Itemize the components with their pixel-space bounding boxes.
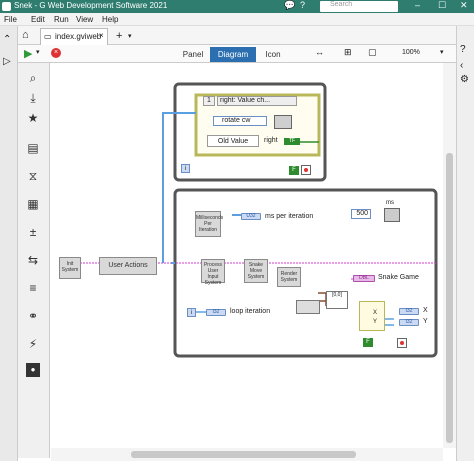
snake-game-terminal: DBL <box>353 275 375 282</box>
x-terminal: I32 <box>399 308 419 315</box>
chevron-down-icon[interactable]: ▾ <box>128 32 132 40</box>
render-system-node[interactable]: Render System <box>277 267 301 287</box>
title-bar: Snek - G Web Development Software 2021 💬… <box>0 0 474 13</box>
x-element-label: X <box>373 310 378 316</box>
menu-view[interactable]: View <box>76 15 93 24</box>
tab-index-gviweb[interactable]: ▭ index.gviweb × <box>40 28 108 45</box>
connect-icon[interactable]: ⚭ <box>26 309 40 323</box>
vertical-scroll-thumb[interactable] <box>446 153 453 443</box>
loop-stop-terminal <box>397 338 407 348</box>
init-system-node[interactable]: Init System <box>59 257 81 279</box>
context-help-icon[interactable]: ? <box>460 44 466 55</box>
zoom-dropdown-icon[interactable]: ▾ <box>440 48 444 56</box>
old-value-terminal[interactable]: Old Value <box>207 135 259 147</box>
loop-icon[interactable]: ⧖ <box>26 169 40 183</box>
layout-icon[interactable]: ▢ <box>368 47 377 58</box>
x-label: X <box>423 307 428 314</box>
user-actions-node[interactable]: User Actions <box>99 257 157 275</box>
event-stop-terminal <box>301 165 311 175</box>
loop-iteration-label: loop iteration <box>230 308 271 315</box>
align-icon[interactable]: ⊞ <box>344 47 352 58</box>
window-title: Snek - G Web Development Software 2021 <box>14 1 168 10</box>
chat-icon[interactable]: 💬 <box>284 0 295 11</box>
abort-icon[interactable]: × <box>51 48 61 58</box>
enum-node-icon <box>274 115 292 129</box>
milliseconds-node[interactable]: Milliseconds Per Iteration <box>195 211 223 237</box>
horizontal-scroll-thumb[interactable] <box>131 451 356 458</box>
loop-iteration-indicator: I32 <box>206 309 226 316</box>
document-icon[interactable]: ▤ <box>26 141 40 155</box>
event-iteration-terminal: i <box>181 164 190 173</box>
rotate-cw-constant[interactable]: rotate cw <box>213 116 267 126</box>
menu-file[interactable]: File <box>4 15 17 24</box>
selected-palette-icon[interactable]: ● <box>26 363 40 377</box>
left-rail: ⌃ ▷ <box>0 26 18 461</box>
tab-diagram[interactable]: Diagram <box>210 47 256 62</box>
tab-panel[interactable]: Panel <box>176 47 210 62</box>
ms-label: ms <box>386 200 394 206</box>
xy-cluster[interactable]: X Y <box>359 301 385 331</box>
snake-game-label: Snake Game <box>378 274 419 281</box>
bundle-node[interactable]: [0,0] <box>326 291 348 309</box>
menu-edit[interactable]: Edit <box>31 15 45 24</box>
spacing-icon[interactable]: ↔ <box>315 47 324 57</box>
chevron-up-icon[interactable]: ⌃ <box>3 34 11 45</box>
vertical-scrollbar[interactable] <box>443 63 456 448</box>
menu-bar: File Edit Run View Help <box>0 13 474 26</box>
tab-icon[interactable]: Icon <box>256 47 290 62</box>
unbundle-node[interactable] <box>296 300 320 314</box>
math-icon[interactable]: ± <box>26 225 40 239</box>
snake-move-node[interactable]: Snake Move System <box>244 259 268 283</box>
run-dropdown-icon[interactable]: ▾ <box>36 48 40 56</box>
bool-terminal: TF <box>284 138 300 145</box>
diagram-canvas[interactable]: 1 right: Value ch... rotate cw Old Value… <box>51 63 443 448</box>
horizontal-scrollbar[interactable] <box>51 448 443 461</box>
run-arrow-icon[interactable]: ▶ <box>24 47 32 60</box>
ms-per-iteration-terminal: U32 <box>241 213 261 220</box>
tab-label: index.gviweb <box>55 32 102 41</box>
maximize-button[interactable]: ☐ <box>438 0 446 11</box>
ms-constant[interactable]: 500 <box>351 209 371 219</box>
string-icon[interactable]: ≡ <box>26 281 40 295</box>
array-icon[interactable]: ▦ <box>26 197 40 211</box>
event-stop-constant[interactable]: F <box>289 166 299 175</box>
add-tab-button[interactable]: + <box>116 30 122 42</box>
zoom-level[interactable]: 100% <box>402 49 420 56</box>
loop-iteration-terminal: i <box>187 308 196 317</box>
app-logo-icon <box>2 2 11 11</box>
loop-stop-constant[interactable]: F <box>363 338 373 347</box>
y-terminal: I32 <box>399 319 419 326</box>
ms-per-iteration-label: ms per iteration <box>265 213 314 220</box>
home-icon[interactable]: ⌂ <box>22 29 29 41</box>
menu-help[interactable]: Help <box>102 15 118 24</box>
close-tab-icon[interactable]: × <box>99 31 104 40</box>
search-icon[interactable]: ⌕ <box>26 71 40 85</box>
right-label: right <box>264 137 278 144</box>
event-icon[interactable]: ⚡ <box>26 337 40 351</box>
close-button[interactable]: ✕ <box>460 0 468 11</box>
compare-icon[interactable]: ⇆ <box>26 253 40 267</box>
run-icon[interactable]: ▷ <box>3 56 11 67</box>
case-selector[interactable]: right: Value ch... <box>217 96 297 106</box>
menu-run[interactable]: Run <box>54 15 69 24</box>
help-icon[interactable]: ? <box>300 0 305 10</box>
right-rail: ? ‹ ⚙ <box>456 26 474 461</box>
event-index[interactable]: 1 <box>203 96 215 106</box>
y-label: Y <box>423 318 428 325</box>
y-element-label: Y <box>373 319 378 325</box>
collapse-icon[interactable]: ‹ <box>460 60 463 71</box>
download-icon[interactable]: ⤓ <box>26 91 40 105</box>
star-icon[interactable]: ★ <box>26 111 40 125</box>
palette: ⌕ ⤓ ★ ▤ ⧖ ▦ ± ⇆ ≡ ⚭ ⚡ ● <box>18 63 50 458</box>
search-input[interactable]: Search <box>320 1 398 12</box>
wait-timer-icon[interactable] <box>384 208 400 222</box>
properties-icon[interactable]: ⚙ <box>460 74 469 85</box>
file-icon: ▭ <box>44 32 52 41</box>
minimize-button[interactable]: – <box>415 0 420 10</box>
process-input-node[interactable]: Process User Input System <box>201 259 225 286</box>
